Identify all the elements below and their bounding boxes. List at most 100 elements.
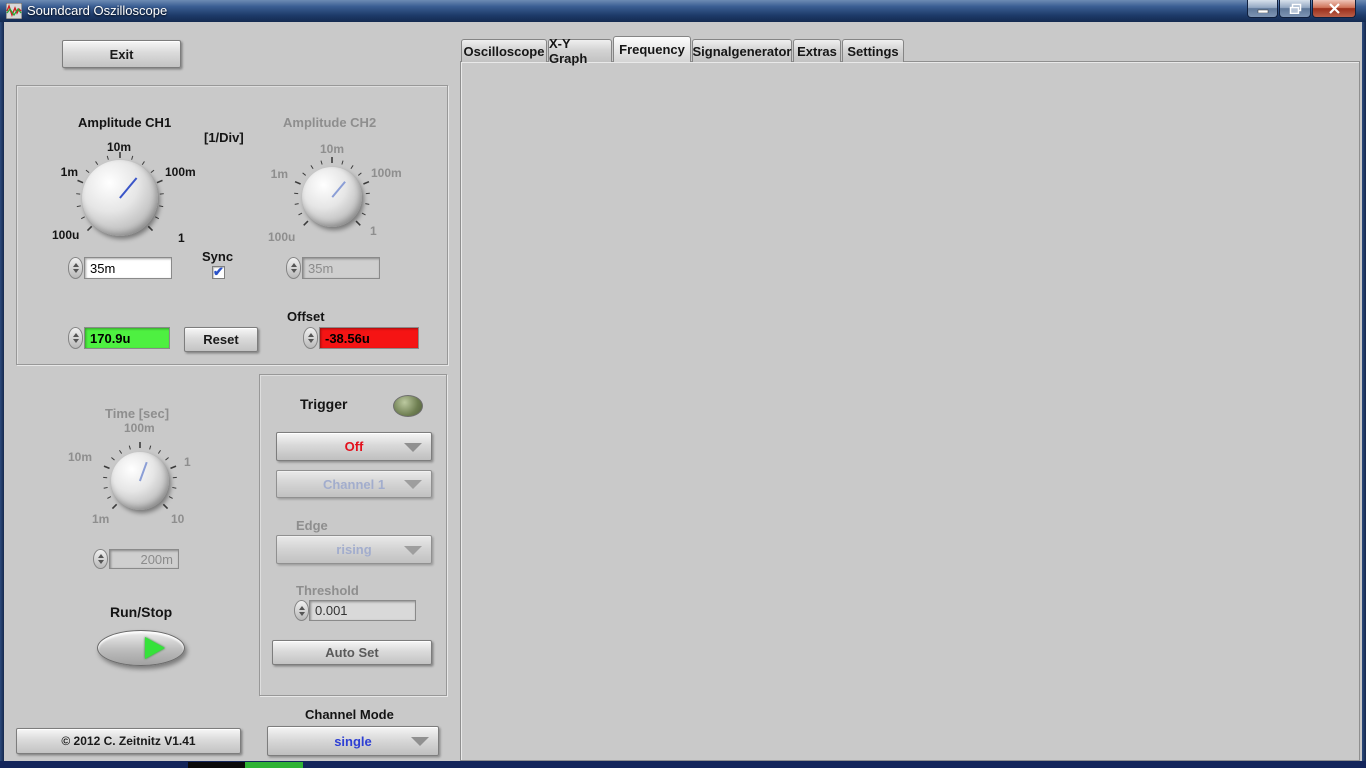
knob-scale-100u: 100u xyxy=(52,228,79,242)
window-title: Soundcard Oszilloscope xyxy=(27,3,167,18)
time-scale-10: 10 xyxy=(171,512,184,526)
tab-page xyxy=(460,61,1360,761)
trigger-led xyxy=(393,395,423,417)
time-value-text: 200m xyxy=(140,552,173,567)
reset-label: Reset xyxy=(203,332,238,347)
knob-scale-1m: 1m xyxy=(258,167,288,181)
amplitude-ch2-value: 35m xyxy=(302,257,380,279)
channel-mode-dropdown[interactable]: single xyxy=(267,726,439,756)
amplitude-ch1-spinner[interactable] xyxy=(68,257,83,279)
tab-label: Frequency xyxy=(619,42,685,57)
restore-icon xyxy=(1289,3,1302,14)
tab-label: Settings xyxy=(847,44,898,59)
chevron-down-icon xyxy=(404,546,422,555)
tab-oscilloscope[interactable]: Oscilloscope xyxy=(461,39,547,62)
knob-scale-1: 1 xyxy=(178,231,185,245)
tab-label: Signalgenerator xyxy=(693,44,792,59)
ch2-offset-text: -38.56u xyxy=(325,331,370,346)
tab-label: Oscilloscope xyxy=(464,44,545,59)
close-icon xyxy=(1329,3,1340,14)
app-window: Soundcard Oszilloscope Exit Amplitude CH… xyxy=(0,0,1366,768)
chevron-down-icon xyxy=(411,737,429,746)
time-scale-1m: 1m xyxy=(92,512,109,526)
chevron-down-icon xyxy=(404,480,422,489)
tab-label: X-Y Graph xyxy=(549,36,611,66)
minimize-icon xyxy=(1257,4,1269,13)
copyright-label: © 2012 C. Zeitnitz V1.41 xyxy=(61,734,195,748)
knob-scale-100m: 100m xyxy=(371,166,402,180)
trigger-title: Trigger xyxy=(300,396,347,412)
app-icon xyxy=(6,3,22,19)
threshold-spinner[interactable] xyxy=(294,600,309,621)
knob-scale-100u: 100u xyxy=(268,230,295,244)
play-icon xyxy=(145,637,165,659)
amplitude-ch1-needle xyxy=(119,178,137,199)
copyright-button[interactable]: © 2012 C. Zeitnitz V1.41 xyxy=(16,728,241,754)
chevron-down-icon xyxy=(404,443,422,452)
taskbar-item xyxy=(188,762,245,768)
amplitude-ch2-needle xyxy=(331,181,346,198)
sync-label: Sync xyxy=(202,249,233,264)
edge-label: Edge xyxy=(296,518,328,533)
threshold-label: Threshold xyxy=(296,583,359,598)
auto-set-button[interactable]: Auto Set xyxy=(272,640,432,665)
amplitude-ch2-title: Amplitude CH2 xyxy=(283,115,376,130)
trigger-source-value: Channel 1 xyxy=(323,477,385,492)
amplitude-ch2-knob[interactable] xyxy=(302,167,362,227)
knob-scale-10m: 10m xyxy=(315,142,349,156)
amplitude-ch2-spinner[interactable] xyxy=(286,257,301,279)
offset-reset-button[interactable]: Reset xyxy=(184,327,258,352)
tab-settings[interactable]: Settings xyxy=(842,39,904,62)
taskbar-item-green xyxy=(245,762,303,768)
channel-mode-value: single xyxy=(334,734,372,749)
amplitude-ch1-value-text: 35m xyxy=(90,261,115,276)
ch1-offset-text: 170.9u xyxy=(90,331,130,346)
threshold-value-text: 0.001 xyxy=(315,603,348,618)
taskbar-sliver xyxy=(0,761,1366,768)
auto-set-label: Auto Set xyxy=(325,645,378,660)
run-stop-label: Run/Stop xyxy=(110,604,172,620)
trigger-source-dropdown: Channel 1 xyxy=(276,470,432,498)
window-border-right xyxy=(1362,22,1366,761)
knob-scale-10m: 10m xyxy=(102,140,136,154)
ch2-offset-value: -38.56u xyxy=(319,327,419,349)
knob-scale-100m: 100m xyxy=(165,165,196,179)
amplitude-sync-checkbox[interactable] xyxy=(212,266,225,279)
offset-label: Offset xyxy=(287,309,325,324)
ch2-offset-spinner[interactable] xyxy=(303,327,318,349)
minimize-button[interactable] xyxy=(1247,0,1278,18)
knob-scale-1m: 1m xyxy=(48,165,78,179)
run-stop-button[interactable] xyxy=(97,630,185,666)
time-knob[interactable] xyxy=(111,452,169,510)
time-scale-10m: 10m xyxy=(68,450,92,464)
titlebar: Soundcard Oszilloscope xyxy=(0,0,1366,22)
restore-button[interactable] xyxy=(1279,0,1311,18)
tab-signalgenerator[interactable]: Signalgenerator xyxy=(692,39,792,62)
tab-xy-graph[interactable]: X-Y Graph xyxy=(548,39,612,62)
amplitude-ch1-knob[interactable] xyxy=(82,160,158,236)
close-button[interactable] xyxy=(1312,0,1356,18)
time-value: 200m xyxy=(109,549,179,569)
amplitude-ch1-title: Amplitude CH1 xyxy=(78,115,171,130)
time-spinner[interactable] xyxy=(93,549,108,569)
window-border-left xyxy=(0,22,4,761)
ch1-offset-value: 170.9u xyxy=(84,327,170,349)
threshold-value[interactable]: 0.001 xyxy=(309,600,416,621)
tab-label: Extras xyxy=(797,44,837,59)
amplitude-unit-label: [1/Div] xyxy=(204,130,244,145)
tab-frequency[interactable]: Frequency xyxy=(613,36,691,62)
trigger-mode-value: Off xyxy=(345,439,364,454)
tab-extras[interactable]: Extras xyxy=(793,39,841,62)
ch1-offset-spinner[interactable] xyxy=(68,327,83,349)
trigger-mode-dropdown[interactable]: Off xyxy=(276,432,432,461)
trigger-edge-dropdown: rising xyxy=(276,535,432,564)
trigger-edge-value: rising xyxy=(336,542,371,557)
time-knob-needle xyxy=(139,462,148,481)
amplitude-ch1-value[interactable]: 35m xyxy=(84,257,172,279)
amplitude-ch2-value-text: 35m xyxy=(308,261,333,276)
exit-button[interactable]: Exit xyxy=(62,40,181,68)
time-scale-1: 1 xyxy=(184,455,191,469)
time-scale-100m: 100m xyxy=(124,421,155,435)
channel-mode-label: Channel Mode xyxy=(305,707,394,722)
knob-scale-1: 1 xyxy=(370,224,377,238)
